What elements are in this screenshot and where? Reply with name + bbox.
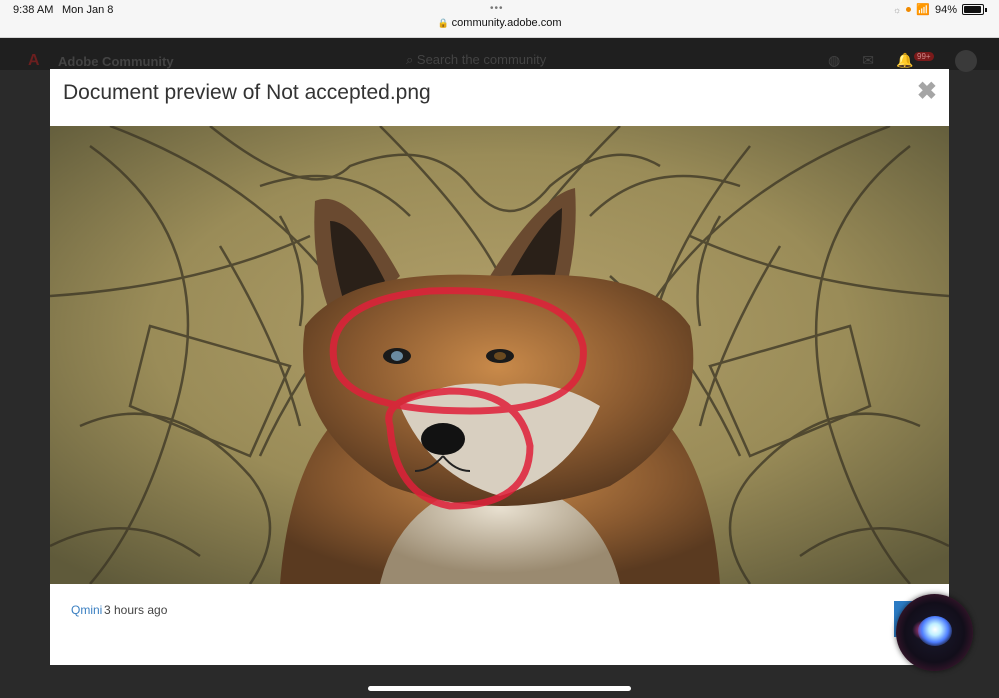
status-bar: 9:38 AM Mon Jan 8 ••• 🔒 community.adobe.c… [0,0,999,38]
bell-icon[interactable]: 🔔 [896,52,913,69]
image-preview [50,126,949,584]
battery-percent: 94% [934,3,957,16]
battery-cap [985,7,987,12]
brightness-icon: ☼ [893,4,902,15]
modal-footer: Qmini 3 hours ago [50,584,949,665]
search-placeholder: Search the community [416,52,547,67]
siri-core [918,616,952,646]
modal-header: Document preview of Not accepted.png ✖ [50,69,949,126]
battery-icon [962,4,984,15]
timestamp: 3 hours ago [104,603,168,617]
document-preview-modal: Document preview of Not accepted.png ✖ Q… [50,69,949,665]
notification-badge: 99+ [914,52,934,61]
address-url: community.adobe.com [451,17,562,29]
mic-indicator-icon [906,7,912,12]
author-link[interactable]: Qmini [71,603,102,617]
home-indicator[interactable] [368,686,631,691]
multitasking-dots-icon[interactable]: ••• [490,3,504,14]
address-bar[interactable]: 🔒 community.adobe.com [0,17,999,29]
globe-icon[interactable]: ◍ [828,52,840,69]
lock-icon: 🔒 [437,18,449,28]
close-icon[interactable]: ✖ [917,80,937,104]
site-header: A Adobe Community ⌕ Search the community… [0,38,999,70]
search-input[interactable]: ⌕ Search the community [406,52,546,68]
adobe-logo-icon: A [28,52,40,69]
header-icons: ◍ ✉ 🔔 [828,52,913,69]
modal-title: Document preview of Not accepted.png [63,81,431,104]
siri-icon[interactable] [896,594,973,671]
wifi-icon: 📶 [916,4,930,16]
status-indicators: ☼ 📶 94% [893,3,987,16]
fox-image [50,126,949,584]
status-time: 9:38 AM [13,4,54,16]
site-title: Adobe Community [58,54,174,69]
status-date: Mon Jan 8 [62,4,114,16]
mail-icon[interactable]: ✉ [862,52,874,69]
avatar[interactable] [955,50,977,72]
